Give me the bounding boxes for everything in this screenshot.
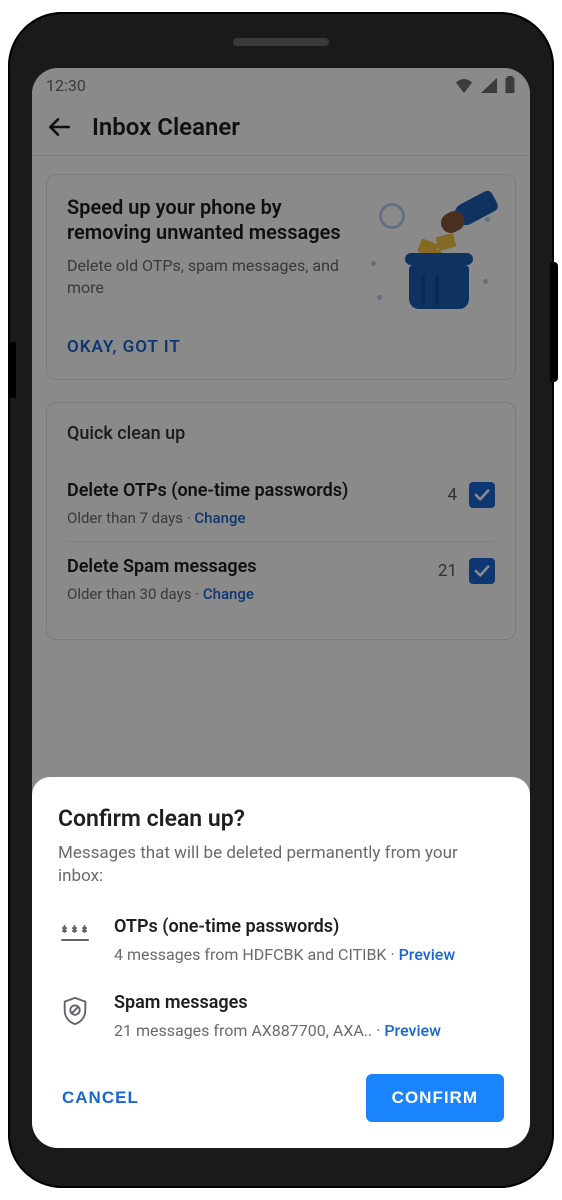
phone-speaker [233, 38, 329, 46]
dialog-item-otps: OTPs (one-time passwords) 4 messages fro… [58, 916, 504, 964]
preview-link[interactable]: Preview [399, 945, 456, 964]
confirm-button[interactable]: CONFIRM [366, 1074, 504, 1122]
phone-side-button-right [550, 262, 558, 382]
dialog-item-detail: 21 messages from AX887700, AXA.. · Previ… [114, 1021, 441, 1040]
dialog-item-detail-text: 21 messages from AX887700, AXA.. · [114, 1021, 384, 1040]
dialog-title: Confirm clean up? [58, 805, 504, 832]
dialog-item-title: Spam messages [114, 992, 441, 1013]
phone-frame: 12:30 Inbox Cleaner Speed up your phone … [8, 12, 554, 1188]
dialog-actions: CANCEL CONFIRM [58, 1074, 504, 1122]
otp-icon [58, 916, 92, 944]
dialog-item-title: OTPs (one-time passwords) [114, 916, 455, 937]
phone-side-button-left [8, 342, 16, 398]
screen: 12:30 Inbox Cleaner Speed up your phone … [32, 68, 530, 1148]
confirm-dialog: Confirm clean up? Messages that will be … [32, 777, 530, 1148]
dialog-sub: Messages that will be deleted permanentl… [58, 842, 504, 888]
dialog-item-detail: 4 messages from HDFCBK and CITIBK · Prev… [114, 945, 455, 964]
cancel-button[interactable]: CANCEL [58, 1078, 143, 1118]
dialog-item-detail-text: 4 messages from HDFCBK and CITIBK · [114, 945, 399, 964]
dialog-item-spam: Spam messages 21 messages from AX887700,… [58, 992, 504, 1040]
spam-shield-icon [58, 992, 92, 1026]
preview-link[interactable]: Preview [384, 1021, 441, 1040]
